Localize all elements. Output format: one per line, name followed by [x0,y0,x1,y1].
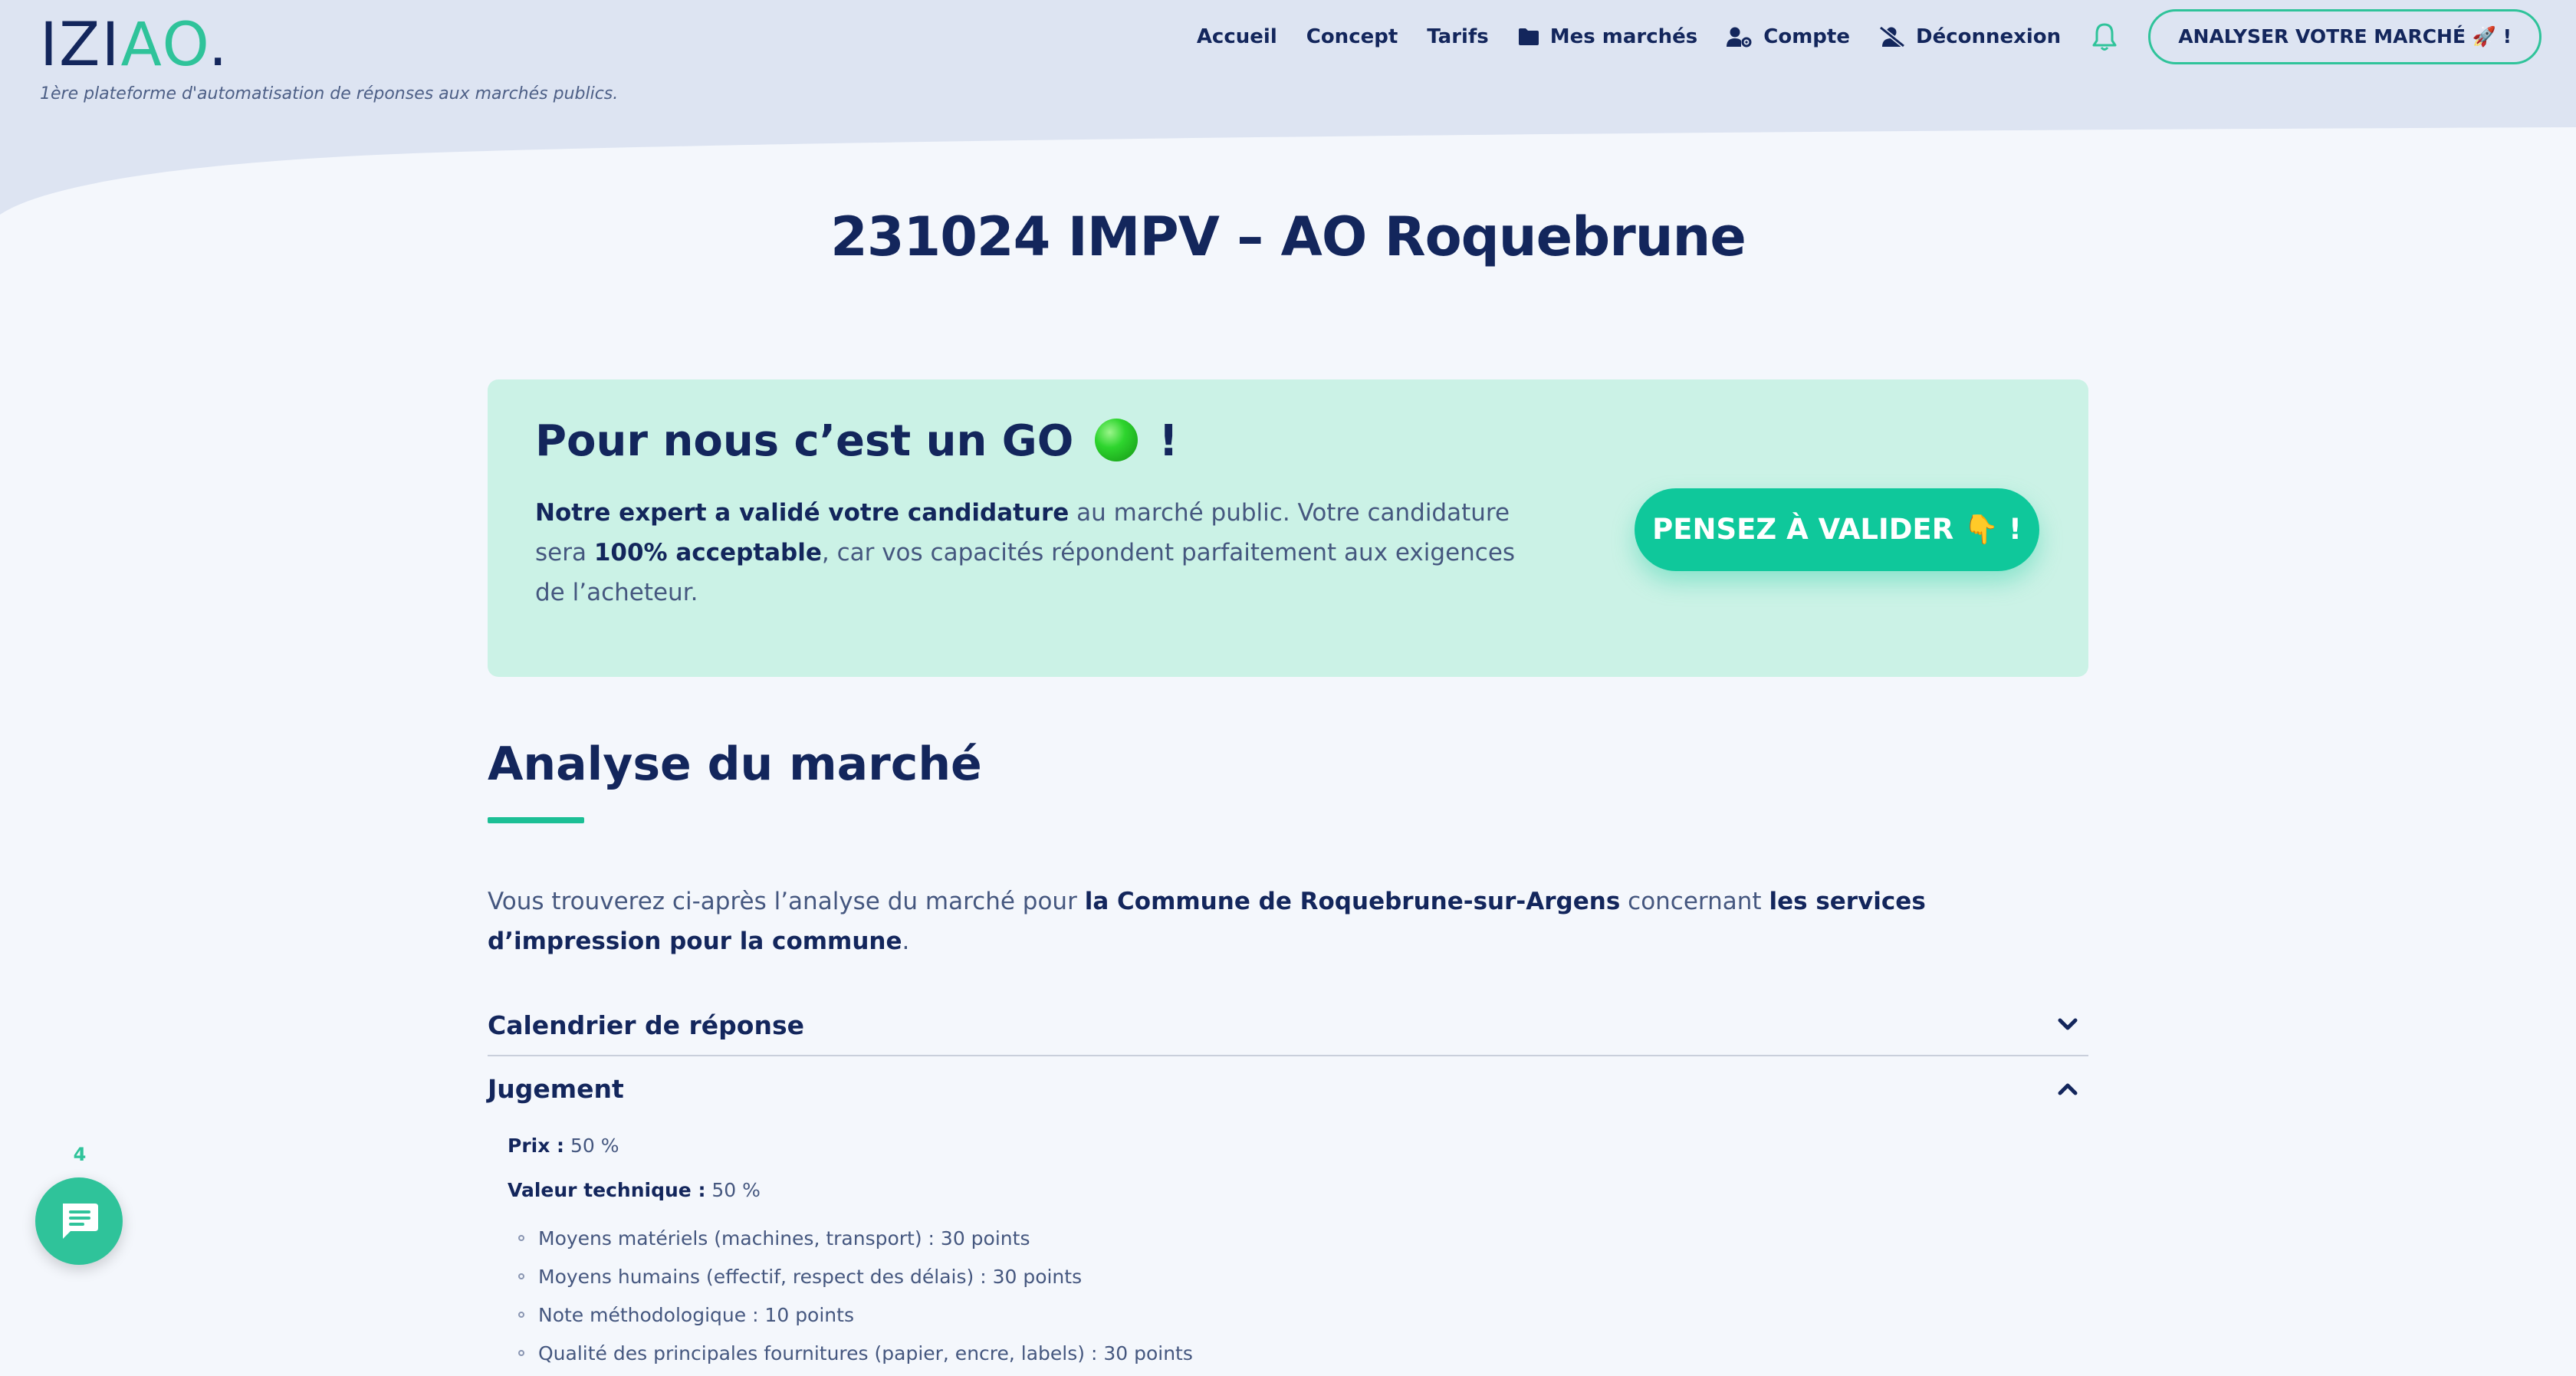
nav-deconnexion[interactable]: Déconnexion [1879,25,2061,48]
go-card: Pour nous c’est un GO ! Notre expert a v… [488,379,2088,677]
nav-concept[interactable]: Concept [1306,25,1398,48]
go-card-text: Notre expert a validé votre candidature … [535,499,1516,606]
bullet [518,1312,524,1318]
go-card-title: Pour nous c’est un GO ! [535,416,1178,466]
page-title: 231024 IMPV – AO Roquebrune [830,205,1746,268]
user-gear-icon [1727,27,1752,48]
nav-tarifs[interactable]: Tarifs [1427,25,1488,48]
section-title: Analyse du marché [488,737,982,791]
accordion-label: Jugement [488,1073,624,1104]
nav-accueil[interactable]: Accueil [1197,25,1277,48]
user-slash-icon [1879,26,1905,48]
list-item: Moyens humains (effectif, respect des dé… [518,1257,1193,1296]
accordion-jugement[interactable]: Jugement [488,1058,2088,1119]
list-item: Note méthodologique : 10 points [518,1296,1193,1334]
criterion-valeur-technique: Valeur technique : 50 % [508,1179,761,1201]
title-underline [488,817,584,823]
logo[interactable]: IZIAO. [40,15,228,75]
main-nav: Accueil Concept Tarifs Mes marchés Compt… [1168,9,2542,64]
list-item: Moyens matériels (machines, transport) :… [518,1219,1193,1257]
nav-compte[interactable]: Compte [1727,25,1850,48]
accordion-label: Calendrier de réponse [488,1010,804,1040]
list-item: Qualité des principales fournitures (pap… [518,1334,1193,1372]
analyser-marche-button[interactable]: ANALYSER VOTRE MARCHÉ 🚀 ! [2148,9,2542,64]
analyse-intro: Vous trouverez ci-après l’analyse du mar… [488,888,1926,955]
criterion-prix: Prix : 50 % [508,1135,619,1157]
chevron-down-icon [2058,1018,2078,1030]
chat-button[interactable] [35,1177,123,1265]
pensez-a-valider-button[interactable]: PENSEZ À VALIDER 👇 ! [1635,488,2039,571]
accordion-calendrier[interactable]: Calendrier de réponse [488,995,2088,1056]
folder-icon [1518,28,1539,45]
tagline: 1ère plateforme d'automatisation de répo… [40,84,619,103]
bell-icon [2092,23,2117,51]
chat-icon [63,1204,98,1239]
green-circle-icon [1094,419,1138,461]
nav-mes-marches[interactable]: Mes marchés [1518,25,1697,48]
notifications-button[interactable] [2091,22,2118,51]
bullet [518,1273,524,1279]
bullet [518,1350,524,1356]
bullet [518,1235,524,1241]
chat-count-badge: 4 [73,1144,87,1165]
sub-criteria-list: Moyens matériels (machines, transport) :… [518,1219,1193,1372]
chevron-up-icon [2058,1083,2078,1095]
